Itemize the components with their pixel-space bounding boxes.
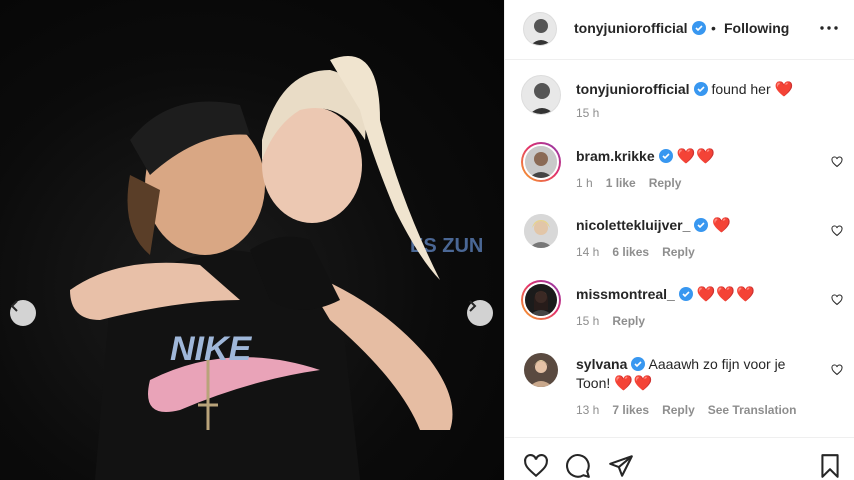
caption-body: found her	[711, 81, 771, 97]
heart-outline-icon[interactable]	[523, 453, 549, 479]
see-translation-link[interactable]: See Translation	[708, 403, 797, 417]
svg-text:NIKE: NIKE	[170, 330, 253, 368]
carousel-prev-button[interactable]	[10, 300, 36, 326]
verified-badge-icon	[694, 218, 709, 232]
verified-badge-icon	[631, 357, 646, 371]
reply-button[interactable]: Reply	[612, 314, 645, 328]
comment-like-icon[interactable]	[831, 294, 843, 306]
commenter-avatar[interactable]	[521, 211, 561, 251]
reply-button[interactable]: Reply	[649, 176, 682, 190]
comment-like-icon[interactable]	[831, 156, 843, 168]
reply-button[interactable]: Reply	[662, 245, 695, 259]
verified-badge-icon	[693, 82, 708, 96]
comment-emoji: ❤️❤️	[614, 375, 654, 392]
comment-emoji: ❤️❤️	[676, 148, 716, 165]
comment-like-icon[interactable]	[831, 364, 843, 376]
comment-like-icon[interactable]	[831, 225, 843, 237]
caption-time: 15 h	[576, 106, 600, 120]
caption-emoji: ❤️	[774, 81, 795, 98]
commenter-username[interactable]: missmontreal_	[576, 286, 675, 302]
commenter-avatar[interactable]	[521, 280, 561, 320]
commenter-avatar[interactable]	[521, 350, 561, 390]
comment-bubble-icon[interactable]	[565, 453, 591, 479]
verified-badge-icon	[658, 149, 673, 163]
comment-likes-link[interactable]: 6 likes	[612, 245, 649, 259]
comment-likes-link[interactable]: 1 like	[606, 176, 636, 190]
bookmark-icon[interactable]	[817, 453, 843, 479]
commenter-username[interactable]: nicolettekluijver_	[576, 217, 690, 233]
comment-meta: 13 h 7 likes Reply See Translation	[576, 403, 809, 417]
comment-meta: 14 h 6 likes Reply	[576, 245, 708, 259]
verified-badge-icon	[691, 21, 706, 35]
caption-text: tonyjuniorofficial found her ❤️	[576, 80, 816, 99]
author-username-text: tonyjuniorofficial	[574, 20, 688, 36]
commenter-avatar[interactable]	[521, 142, 561, 182]
commenter-username[interactable]: bram.krikke	[576, 148, 655, 164]
post-header: tonyjuniorofficial • Following	[505, 0, 854, 60]
comment-time: 1 h	[576, 176, 593, 190]
author-avatar[interactable]	[523, 12, 557, 46]
carousel-next-button[interactable]	[467, 300, 493, 326]
comment-text: sylvana Aaaawh zo fijn voor je Toon! ❤️❤…	[576, 355, 816, 393]
reply-button[interactable]: Reply	[662, 403, 695, 417]
comment-likes-link[interactable]: 7 likes	[612, 403, 649, 417]
more-options-button[interactable]	[819, 18, 839, 38]
verified-badge-icon	[678, 287, 693, 301]
caption-meta: 15 h	[576, 106, 612, 120]
post-side-panel: tonyjuniorofficial • Following tonyjunio…	[504, 0, 854, 480]
photo-illustration: ES ZUN NIKE	[70, 56, 483, 480]
comment-text: nicolettekluijver_ ❤️	[576, 216, 816, 235]
caption-author-avatar[interactable]	[521, 75, 561, 115]
author-username[interactable]: tonyjuniorofficial	[574, 20, 706, 36]
comment-emoji: ❤️❤️❤️	[696, 286, 756, 303]
header-separator: •	[711, 20, 716, 36]
comment-emoji: ❤️	[712, 217, 732, 234]
more-horizontal-icon	[820, 26, 838, 30]
comment-meta: 1 h 1 like Reply	[576, 176, 694, 190]
post-photo: ES ZUN NIKE	[0, 0, 504, 480]
comment-text: missmontreal_ ❤️❤️❤️	[576, 285, 816, 304]
chevron-left-icon	[10, 300, 18, 312]
comment-time: 13 h	[576, 403, 600, 417]
following-button[interactable]: Following	[724, 20, 789, 36]
comment-meta: 15 h Reply	[576, 314, 658, 328]
post-action-bar	[505, 437, 854, 480]
chevron-right-icon	[469, 300, 477, 312]
comment-time: 15 h	[576, 314, 600, 328]
paper-plane-icon[interactable]	[608, 453, 634, 479]
comment-time: 14 h	[576, 245, 600, 259]
commenter-username[interactable]: sylvana	[576, 356, 627, 372]
caption-username[interactable]: tonyjuniorofficial	[576, 81, 690, 97]
comment-text: bram.krikke ❤️❤️	[576, 147, 816, 166]
